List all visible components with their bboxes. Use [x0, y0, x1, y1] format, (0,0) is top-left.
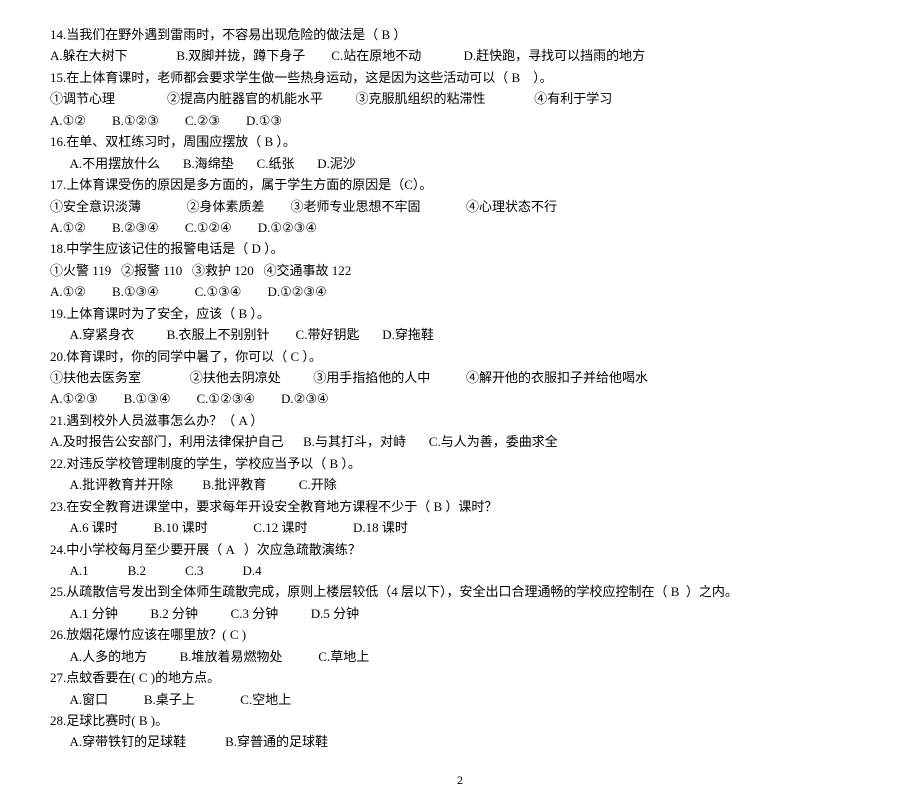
text-line: A.①② B.①③④ C.①③④ D.①②③④	[50, 281, 870, 302]
text-line: 25.从疏散信号发出到全体师生疏散完成，原则上楼层较低（4 层以下），安全出口合…	[50, 581, 870, 602]
text-line: A.批评教育并开除 B.批评教育 C.开除	[50, 474, 870, 495]
text-line: ①调节心理 ②提高内脏器官的机能水平 ③克服肌组织的粘滞性 ④有利于学习	[50, 88, 870, 109]
text-line: 18.中学生应该记住的报警电话是（ D ）。	[50, 238, 870, 259]
text-line: A.①②③ B.①③④ C.①②③④ D.②③④	[50, 388, 870, 409]
text-line: A.穿紧身衣 B.衣服上不别别针 C.带好钥匙 D.穿拖鞋	[50, 324, 870, 345]
text-line: ①火警 119 ②报警 110 ③救护 120 ④交通事故 122	[50, 260, 870, 281]
text-line: 20.体育课时，你的同学中暑了，你可以（ C ）。	[50, 346, 870, 367]
text-line: 19.上体育课时为了安全，应该（ B ）。	[50, 303, 870, 324]
text-line: A.①② B.①②③ C.②③ D.①③	[50, 110, 870, 131]
page-number: 2	[50, 771, 870, 791]
text-line: A.躲在大树下 B.双脚并拢，蹲下身子 C.站在原地不动 D.赶快跑，寻找可以挡…	[50, 45, 870, 66]
text-line: 27.点蚊香要在( C )的地方点。	[50, 667, 870, 688]
document-body: 14.当我们在野外遇到雷雨时，不容易出现危险的做法是（ B ）A.躲在大树下 B…	[50, 24, 870, 753]
text-line: A.1 分钟 B.2 分钟 C.3 分钟 D.5 分钟	[50, 603, 870, 624]
text-line: A.及时报告公安部门，利用法律保护自己 B.与其打斗，对峙 C.与人为善，委曲求…	[50, 431, 870, 452]
text-line: 17.上体育课受伤的原因是多方面的，属于学生方面的原因是（C）。	[50, 174, 870, 195]
text-line: A.6 课时 B.10 课时 C.12 课时 D.18 课时	[50, 517, 870, 538]
text-line: 21.遇到校外人员滋事怎么办？（ A ）	[50, 410, 870, 431]
text-line: ①安全意识淡薄 ②身体素质差 ③老师专业思想不牢固 ④心理状态不行	[50, 196, 870, 217]
text-line: 28.足球比赛时( B )。	[50, 710, 870, 731]
text-line: ①扶他去医务室 ②扶他去阴凉处 ③用手指掐他的人中 ④解开他的衣服扣子并给他喝水	[50, 367, 870, 388]
text-line: 16.在单、双杠练习时，周围应摆放（ B ）。	[50, 131, 870, 152]
text-line: 15.在上体育课时，老师都会要求学生做一些热身运动，这是因为这些活动可以（ B …	[50, 67, 870, 88]
text-line: 26.放烟花爆竹应该在哪里放？( C )	[50, 624, 870, 645]
text-line: A.人多的地方 B.堆放着易燃物处 C.草地上	[50, 646, 870, 667]
text-line: A.①② B.②③④ C.①②④ D.①②③④	[50, 217, 870, 238]
text-line: A.1 B.2 C.3 D.4	[50, 560, 870, 581]
text-line: 14.当我们在野外遇到雷雨时，不容易出现危险的做法是（ B ）	[50, 24, 870, 45]
text-line: A.穿带铁钉的足球鞋 B.穿普通的足球鞋	[50, 731, 870, 752]
text-line: 23.在安全教育进课堂中，要求每年开设安全教育地方课程不少于（ B ）课时？	[50, 496, 870, 517]
text-line: A.窗口 B.桌子上 C.空地上	[50, 689, 870, 710]
text-line: 24.中小学校每月至少要开展（ A ）次应急疏散演练？	[50, 539, 870, 560]
text-line: 22.对违反学校管理制度的学生，学校应当予以（ B ）。	[50, 453, 870, 474]
text-line: A.不用摆放什么 B.海绵垫 C.纸张 D.泥沙	[50, 153, 870, 174]
